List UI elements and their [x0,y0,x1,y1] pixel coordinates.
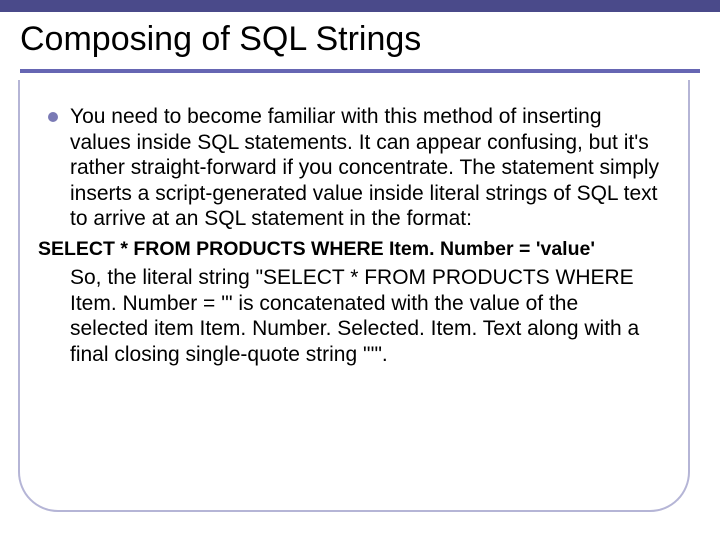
top-accent-bar [0,0,720,12]
paragraph-1: You need to become familiar with this me… [70,104,660,232]
slide-title: Composing of SQL Strings [20,20,700,59]
title-region: Composing of SQL Strings [0,12,720,65]
content-box: You need to become familiar with this me… [18,80,690,512]
title-underline [20,69,700,73]
paragraph-2: So, the literal string "SELECT * FROM PR… [70,265,660,367]
bullet-dot-icon [48,112,58,122]
sql-code-line: SELECT * FROM PRODUCTS WHERE Item. Numbe… [38,238,660,261]
bullet-item: You need to become familiar with this me… [48,104,660,232]
